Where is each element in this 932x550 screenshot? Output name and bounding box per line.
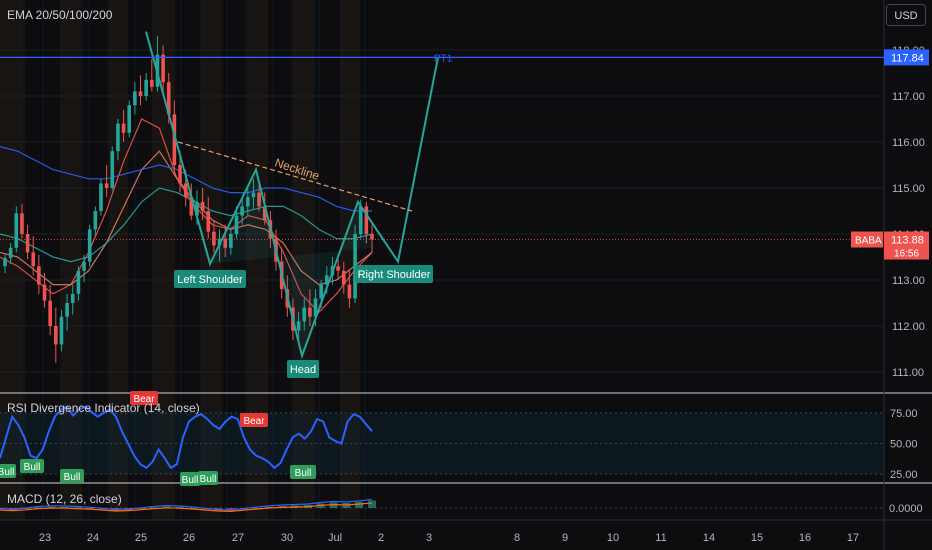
- rsi-bull-label: Bull: [24, 462, 41, 473]
- time-tick: 25: [135, 532, 147, 544]
- candle: [370, 234, 374, 240]
- candle: [31, 252, 36, 267]
- candle: [133, 91, 137, 106]
- symbol-text: BABA: [855, 236, 882, 247]
- indicator-title[interactable]: EMA 20/50/100/200: [7, 8, 112, 22]
- rsi-bear-label: Bear: [243, 416, 265, 427]
- candle: [37, 266, 41, 285]
- price-tick: 112.00: [892, 321, 925, 333]
- time-tick: 16: [799, 532, 811, 544]
- rsi-tick: 25.00: [890, 469, 918, 481]
- candle: [178, 165, 182, 184]
- time-tick: Jul: [328, 532, 342, 544]
- candle: [116, 123, 120, 152]
- rsi-bull-label: Bull: [64, 472, 81, 483]
- candle: [3, 257, 7, 267]
- time-tick: 10: [607, 532, 619, 544]
- time-tick: 30: [281, 532, 293, 544]
- candle: [76, 270, 81, 294]
- rsi-bull-label: Bull: [182, 475, 199, 486]
- candle: [138, 91, 143, 96]
- candle: [48, 300, 52, 326]
- macd-panel-title[interactable]: MACD (12, 26, close): [7, 492, 122, 506]
- candle: [206, 211, 211, 232]
- candle: [110, 151, 115, 188]
- left-shoulder-label: Left Shoulder: [177, 274, 243, 286]
- time-tick: 2: [378, 532, 384, 544]
- last-price-text: 113.88: [891, 235, 924, 247]
- candle: [70, 293, 75, 303]
- macd-histogram-bar: [368, 500, 376, 508]
- candle: [14, 213, 19, 248]
- macd-histogram-bar: [355, 501, 364, 508]
- grid-lines: [0, 0, 932, 550]
- candle: [336, 266, 340, 271]
- time-tick: 9: [562, 532, 568, 544]
- candle: [161, 54, 165, 83]
- candle: [82, 261, 86, 271]
- time-tick: 11: [655, 532, 666, 544]
- candle: [121, 123, 126, 133]
- candle: [341, 270, 346, 285]
- time-tick: 17: [847, 532, 859, 544]
- candle: [200, 201, 205, 211]
- chart-canvas[interactable]: PT1NecklineLeft ShoulderHeadRight Should…: [0, 0, 932, 550]
- time-tick: 3: [426, 532, 432, 544]
- candle: [87, 229, 92, 262]
- price-tick: 113.00: [892, 275, 925, 287]
- countdown-text: 16:56: [894, 249, 919, 260]
- time-tick: 14: [703, 532, 715, 544]
- candle: [8, 247, 13, 258]
- candle: [65, 303, 69, 317]
- candle: [25, 234, 30, 253]
- time-tick: 23: [39, 532, 51, 544]
- candle: [42, 284, 47, 301]
- rsi-tick: 50.00: [890, 439, 918, 451]
- candle: [20, 213, 24, 234]
- candle: [347, 284, 352, 299]
- price-tick: 111.00: [892, 367, 924, 379]
- pt1-price-text: 117.84: [891, 52, 924, 64]
- price-tick: 115.00: [892, 183, 925, 195]
- price-tick: 117.00: [892, 91, 925, 103]
- candle: [54, 326, 58, 345]
- price-tick: 116.00: [892, 137, 925, 149]
- head-label: Head: [290, 364, 316, 376]
- time-tick: 27: [232, 532, 244, 544]
- candle: [93, 211, 98, 230]
- rsi-panel-title[interactable]: RSI Divergence Indicator (14, close): [7, 401, 200, 415]
- macd-tick: 0.0000: [889, 503, 923, 515]
- time-tick: 24: [87, 532, 99, 544]
- candle: [127, 105, 132, 133]
- candle: [104, 183, 109, 188]
- time-tick: 15: [751, 532, 763, 544]
- candle: [150, 79, 154, 87]
- candle: [99, 183, 103, 211]
- candle: [212, 231, 216, 246]
- right-shoulder-label: Right Shoulder: [358, 269, 431, 281]
- pt1-label: PT1: [434, 53, 453, 64]
- rsi-bull-label: Bull: [295, 468, 312, 479]
- candle: [144, 79, 148, 96]
- currency-button[interactable]: USD: [886, 4, 926, 26]
- candle: [183, 183, 188, 198]
- rsi-bull-label: Bull: [0, 467, 14, 478]
- rsi-bull-label: Bull: [200, 474, 217, 485]
- candle: [59, 316, 64, 345]
- time-tick: 26: [183, 532, 195, 544]
- time-tick: 8: [514, 532, 520, 544]
- rsi-tick: 75.00: [890, 408, 918, 420]
